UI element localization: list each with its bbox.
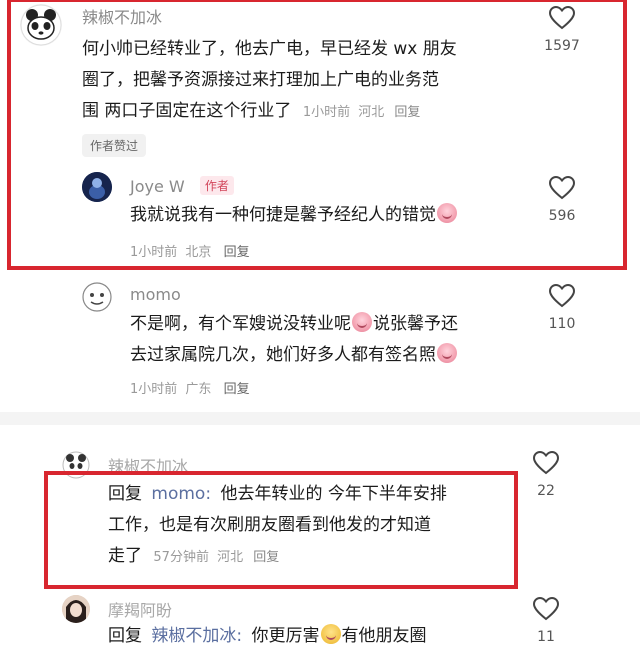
like-control[interactable]: 11: [516, 596, 576, 645]
mention-link[interactable]: 辣椒不加冰:: [151, 626, 242, 646]
reply-button[interactable]: 回复: [224, 382, 250, 397]
like-count: 22: [537, 483, 555, 499]
comment-meta: 1小时前 广东 回复: [130, 378, 250, 397]
like-control[interactable]: 22: [516, 450, 576, 499]
comment-line: 不是啊，有个军嫂说没转业呢 说张馨予还: [130, 309, 550, 340]
comment-thread: 辣椒不加冰 何小帅已经转业了，他去广电，早已经发 wx 朋友 圈了，把馨予资源接…: [0, 0, 640, 658]
username[interactable]: momo: [130, 285, 181, 304]
comment-line-text: 去过家属院几次，她们好多人都有签名照: [130, 345, 436, 365]
username[interactable]: 摩羯阿盼: [108, 597, 172, 621]
comment-location: 广东: [185, 382, 212, 397]
heart-outline-icon[interactable]: [532, 450, 560, 475]
comment-line-text: 不是啊，有个军嫂说没转业呢: [130, 314, 351, 334]
crying-laughing-emoji-icon: [352, 312, 372, 332]
comment-line-text: 有他朋友圈: [341, 626, 427, 646]
comment-text: 不是啊，有个军嫂说没转业呢 说张馨予还 去过家属院几次，她们好多人都有签名照: [130, 309, 550, 371]
like-count: 110: [548, 316, 576, 332]
avatar[interactable]: [62, 595, 90, 623]
reply-prefix: 回复: [108, 626, 142, 646]
avatar[interactable]: [82, 282, 112, 312]
highlight-box: [7, 0, 627, 270]
comment-line-text: 说张馨予还: [373, 314, 458, 334]
comment-line-text: 你更厉害: [251, 626, 320, 646]
comment-time: 1小时前: [130, 382, 178, 397]
comment-text: 回复 辣椒不加冰: 你更厉害 有他朋友圈: [108, 621, 528, 652]
highlight-box: [44, 471, 518, 589]
comment-line: 去过家属院几次，她们好多人都有签名照: [130, 340, 550, 371]
heart-outline-icon[interactable]: [532, 596, 560, 621]
like-count: 11: [537, 629, 555, 645]
second-screenshot: 辣椒不加冰 回复 momo: 他去年转业的 今年下半年安排 工作，也是有次刷朋友…: [0, 425, 640, 658]
like-control[interactable]: 110: [532, 283, 592, 332]
crying-laughing-emoji-icon: [437, 343, 457, 363]
grinning-emoji-icon: [320, 624, 341, 644]
heart-outline-icon[interactable]: [548, 283, 576, 308]
